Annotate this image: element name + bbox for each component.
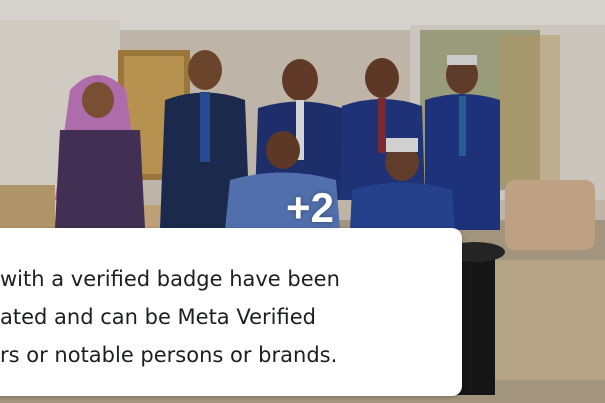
tooltip-text: with a verified badge have been ated and… [0, 260, 440, 374]
tooltip-line: with a verified badge have been [0, 267, 340, 291]
post-photo-grid: +2 with a verified badge have been ated … [0, 0, 605, 403]
tooltip-line: rs or notable persons or brands. [0, 343, 338, 367]
verified-badge-tooltip: with a verified badge have been ated and… [0, 228, 462, 396]
tooltip-line: ated and can be Meta Verified [0, 305, 316, 329]
